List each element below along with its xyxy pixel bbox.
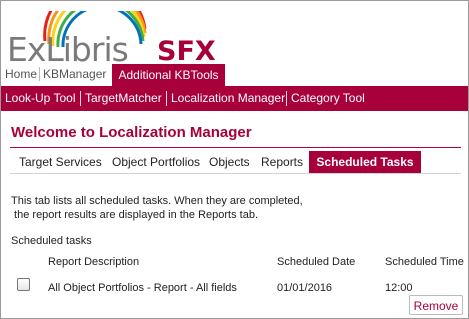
tab-reports[interactable]: Reports (261, 154, 303, 170)
exlibris-logo: ExLibris SFX (5, 11, 225, 69)
tab-scheduled-tasks[interactable]: Scheduled Tasks (309, 151, 421, 173)
tool-category[interactable]: Category Tool (291, 91, 365, 106)
task-select-checkbox[interactable] (17, 278, 30, 291)
description-line-2: the report results are displayed in the … (11, 209, 259, 221)
scheduled-tasks-label: Scheduled tasks (11, 235, 92, 247)
tab-divider (10, 173, 461, 174)
tools-nav: Look-Up Tool TargetMatcher Localization … (1, 86, 468, 111)
task-description: All Object Portfolios - Report - All fie… (48, 282, 237, 294)
logo-product: SFX (157, 36, 216, 67)
logo-name: ExLibris (7, 30, 129, 69)
nav-kbmanager[interactable]: KBManager (43, 66, 106, 82)
remove-button[interactable]: Remove (409, 295, 463, 315)
page-title: Welcome to Localization Manager (11, 124, 252, 141)
nav-additional-kbtools[interactable]: Additional KBTools (112, 64, 225, 86)
task-date: 01/01/2016 (277, 282, 333, 294)
title-divider (10, 147, 461, 148)
tool-targetmatcher[interactable]: TargetMatcher (85, 91, 162, 106)
nav-separator (39, 67, 40, 81)
tool-lookup[interactable]: Look-Up Tool (5, 91, 76, 106)
task-time: 12:00 (385, 282, 413, 294)
tab-objects[interactable]: Objects (209, 154, 250, 170)
nav-home[interactable]: Home (5, 66, 37, 82)
column-header-date: Scheduled Date (277, 256, 356, 268)
column-header-description: Report Description (48, 256, 140, 268)
top-nav: Home KBManager Additional KBTools (1, 64, 468, 86)
column-header-time: Scheduled Time (385, 256, 464, 268)
description-line-1: This tab lists all scheduled tasks. When… (11, 195, 303, 207)
tab-bar: Target Services Object Portfolios Object… (1, 151, 468, 173)
app-window: ExLibris SFX Home KBManager Additional K… (0, 0, 469, 319)
nav-separator (286, 91, 287, 106)
tab-object-portfolios[interactable]: Object Portfolios (112, 154, 200, 170)
tab-target-services[interactable]: Target Services (19, 154, 102, 170)
nav-separator (80, 91, 81, 106)
tab-description: This tab lists all scheduled tasks. When… (11, 194, 303, 222)
tool-localization-manager[interactable]: Localization Manager (171, 91, 285, 106)
nav-separator (166, 91, 167, 106)
